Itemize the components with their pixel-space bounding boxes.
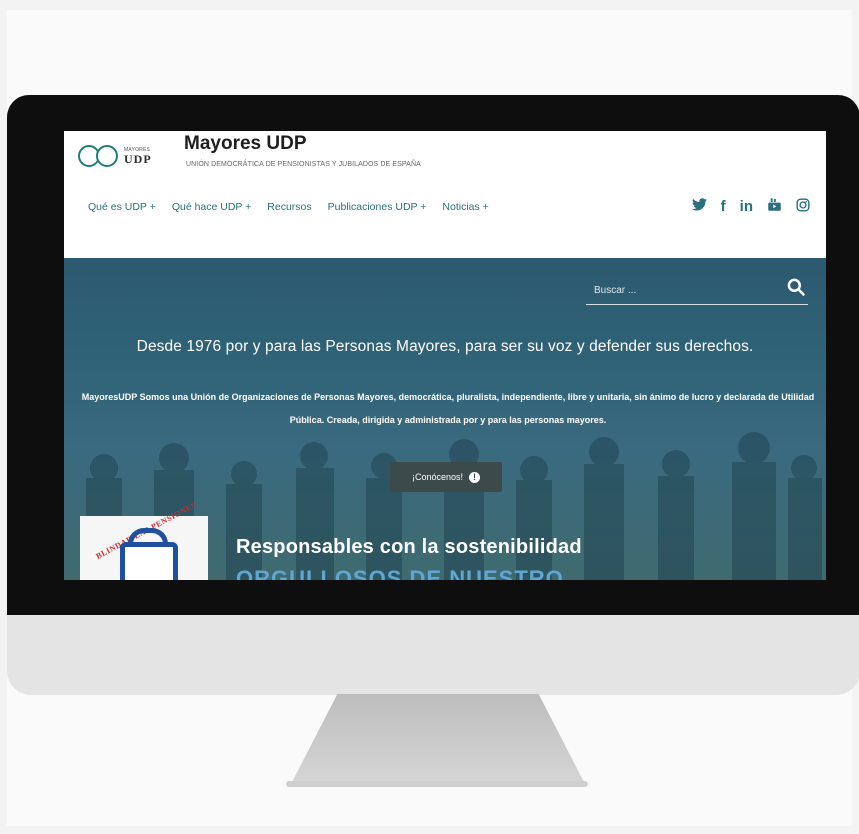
info-icon: ! bbox=[469, 471, 481, 483]
monitor-stand-base bbox=[286, 781, 588, 787]
monitor-chin bbox=[7, 615, 859, 695]
logo-big-text: UDP bbox=[124, 151, 152, 166]
promo-title: Responsables con la sostenibilidad bbox=[236, 536, 582, 558]
nav-item-que-hace-udp[interactable]: Qué hace UDP + bbox=[172, 201, 251, 213]
monitor-stand bbox=[290, 694, 586, 786]
linkedin-icon[interactable]: in bbox=[740, 199, 753, 214]
instagram-icon[interactable] bbox=[796, 197, 810, 215]
hero-heading: Desde 1976 por y para las Personas Mayor… bbox=[136, 338, 754, 355]
hero-description: MayoresUDP Somos una Unión de Organizaci… bbox=[81, 392, 815, 425]
conocenos-button[interactable]: ¡Conócenos! ! bbox=[390, 462, 502, 492]
monitor-screen: MAYORES UDP Mayores UDP UNIÓN DEMOCRÁTIC… bbox=[64, 131, 826, 580]
facebook-icon[interactable]: f bbox=[721, 199, 726, 214]
logo-mark-icon bbox=[78, 145, 118, 167]
conocenos-label: ¡Conócenos! bbox=[411, 472, 464, 482]
promo-subtitle: ORGULLOSOS DE NUESTRO bbox=[236, 566, 564, 580]
nav-item-que-es-udp[interactable]: Qué es UDP + bbox=[88, 201, 156, 213]
nav-item-publicaciones[interactable]: Publicaciones UDP + bbox=[328, 201, 427, 213]
hero-section: Desde 1976 por y para las Personas Mayor… bbox=[64, 258, 826, 580]
padlock-icon bbox=[120, 542, 178, 580]
site-tagline: UNIÓN DEMOCRÁTICA DE PENSIONISTAS Y JUBI… bbox=[186, 161, 421, 168]
search-input[interactable] bbox=[592, 280, 776, 300]
site-header: MAYORES UDP Mayores UDP UNIÓN DEMOCRÁTIC… bbox=[64, 131, 826, 258]
logo-wordmark: MAYORES UDP bbox=[124, 147, 152, 166]
search-box bbox=[586, 272, 808, 305]
blindar-pensiones-badge[interactable]: BLINDAR LAS PENSIONES bbox=[80, 500, 208, 580]
main-nav: Qué es UDP + Qué hace UDP + Recursos Pub… bbox=[88, 201, 489, 213]
site-logo[interactable]: MAYORES UDP bbox=[78, 143, 164, 169]
social-links: f in bbox=[691, 197, 810, 215]
site-title[interactable]: Mayores UDP bbox=[184, 133, 307, 155]
youtube-icon[interactable] bbox=[767, 197, 782, 215]
nav-item-noticias[interactable]: Noticias + bbox=[442, 201, 488, 213]
nav-item-recursos[interactable]: Recursos bbox=[267, 201, 311, 213]
twitter-icon[interactable] bbox=[691, 198, 707, 214]
search-icon[interactable] bbox=[786, 277, 806, 297]
